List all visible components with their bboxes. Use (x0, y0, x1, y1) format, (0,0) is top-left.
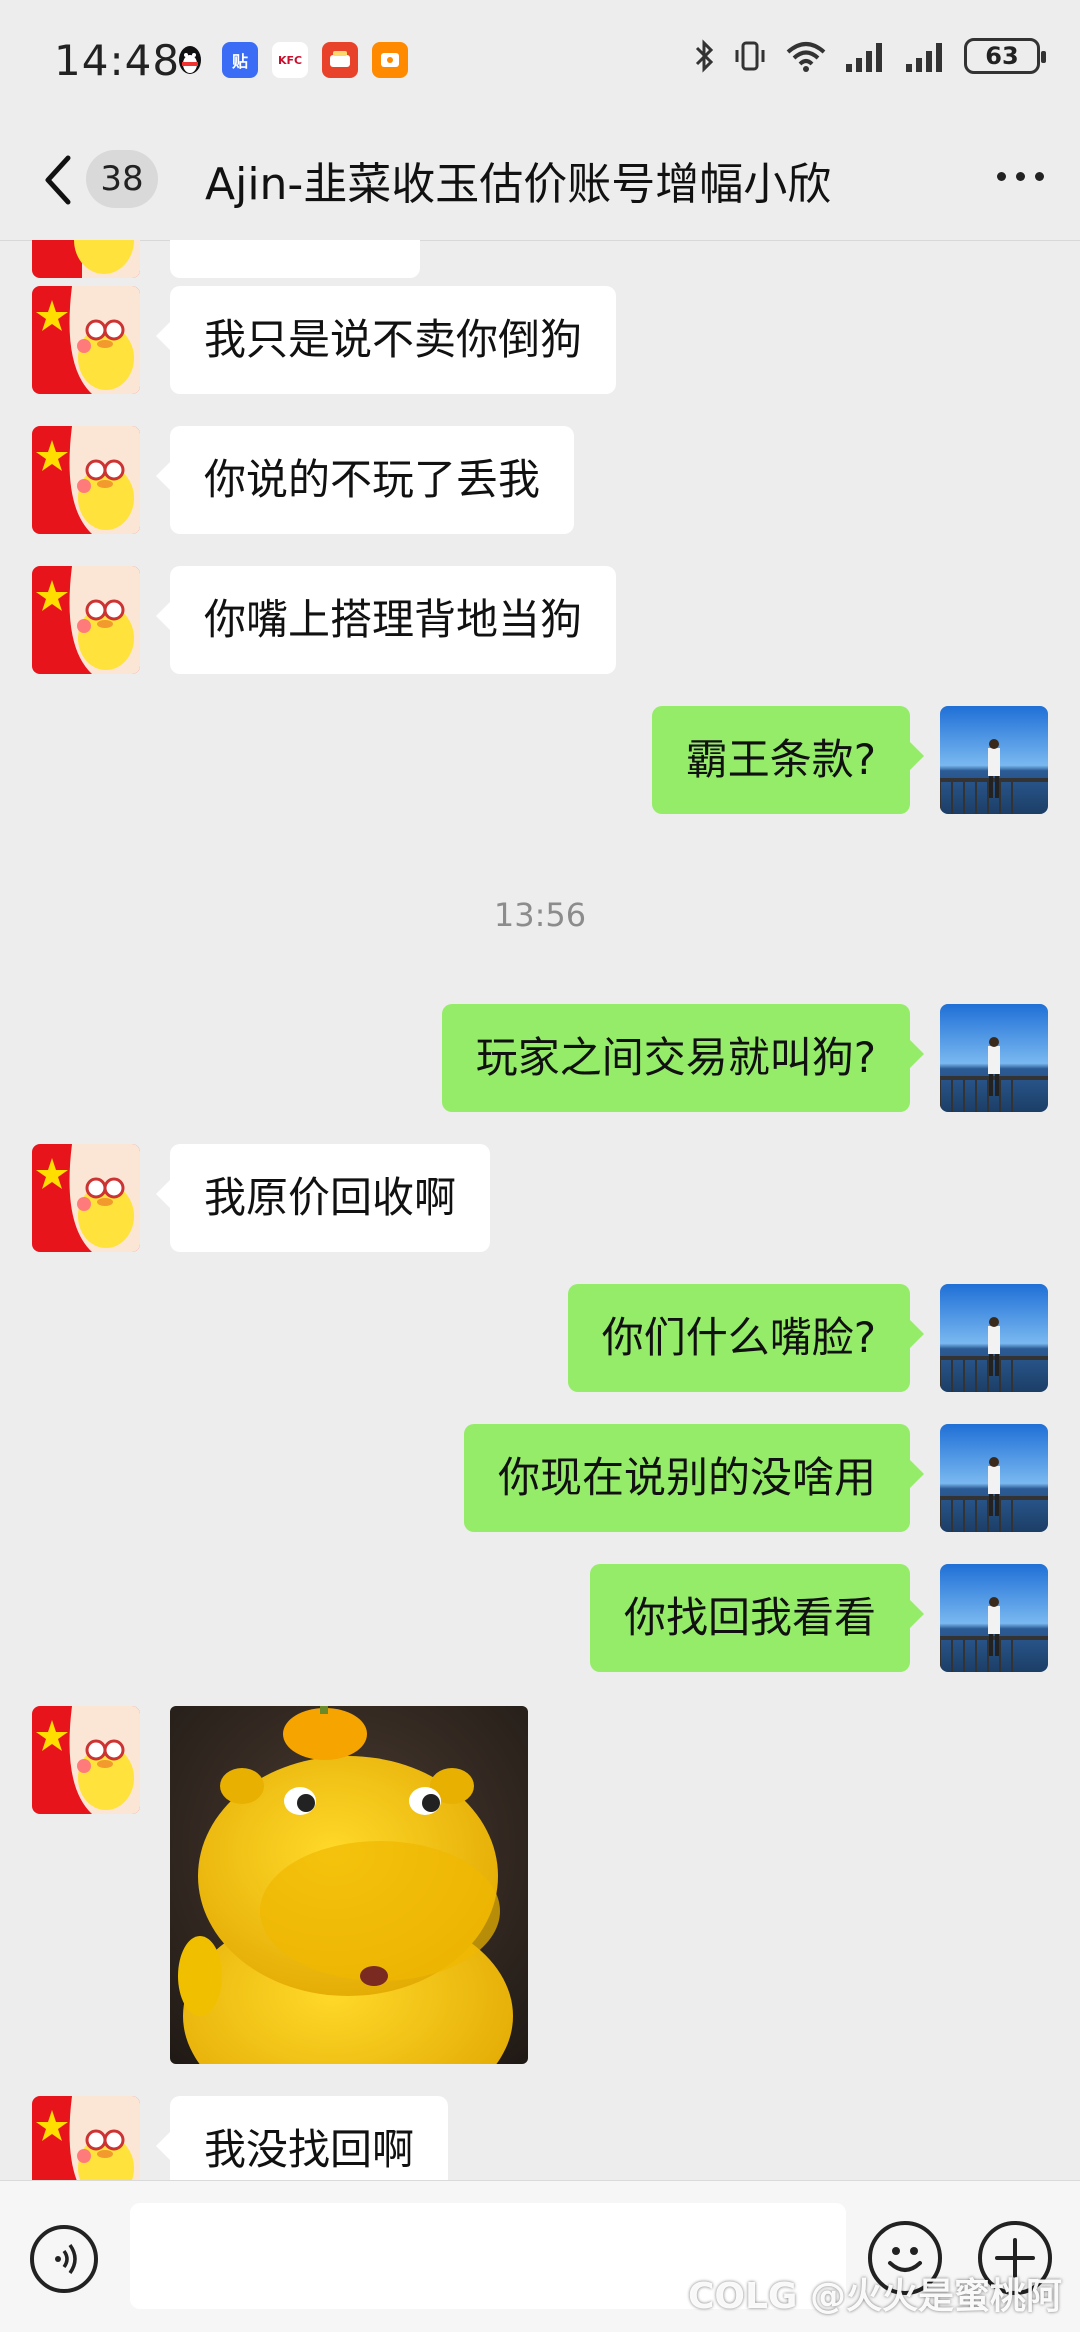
message-bubble[interactable]: 我只是说不卖你倒狗 (155, 286, 617, 394)
input-bar: COLG @火火是蜜桃阿 (0, 2180, 1080, 2332)
kfc-label: KFC (277, 53, 303, 67)
vibrate-icon (735, 41, 765, 71)
system-indicators: 63 (692, 38, 1046, 74)
battery-level: 63 (985, 42, 1019, 70)
more-dot-icon (1016, 172, 1025, 181)
signal-2-icon (906, 43, 942, 72)
contact-avatar[interactable] (32, 566, 140, 674)
battery-indicator: 63 (964, 38, 1046, 74)
contact-avatar[interactable] (32, 2096, 140, 2180)
message-list[interactable]: 我只是说不卖你倒狗 你说的不玩了丢我 你嘴上搭理背地当狗 霸王条款? 13:56… (0, 240, 1080, 2180)
voice-input-button[interactable] (30, 2225, 98, 2293)
more-dot-icon (997, 172, 1006, 181)
more-dot-icon (1035, 172, 1044, 181)
unread-count-badge[interactable]: 38 (86, 150, 158, 208)
more-options-button[interactable] (997, 172, 1044, 181)
signal-1-icon (846, 43, 882, 72)
message-bubble-partial[interactable] (170, 240, 420, 278)
chat-title: Ajin-韭菜收玉估价账号增幅小欣 (205, 159, 832, 210)
message-bubble[interactable]: 你说的不玩了丢我 (155, 426, 575, 534)
notification-icons: 贴 KFC (172, 42, 408, 78)
message-bubble[interactable]: 霸王条款? (651, 706, 925, 814)
tieba-label: 贴 (231, 52, 248, 71)
message-bubble[interactable]: 我原价回收啊 (155, 1144, 491, 1252)
watermark-text: COLG @火火是蜜桃阿 (687, 2276, 1062, 2317)
contact-avatar[interactable] (32, 426, 140, 534)
back-button[interactable] (38, 150, 78, 210)
contact-avatar[interactable] (32, 286, 140, 394)
contact-avatar[interactable] (32, 1706, 140, 1814)
chat-header: 38 Ajin-韭菜收玉估价账号增幅小欣 (0, 120, 1080, 241)
message-bubble[interactable]: 你嘴上搭理背地当狗 (155, 566, 617, 674)
voice-icon (55, 2243, 77, 2275)
status-time: 14:48 (54, 36, 181, 85)
status-bar: 14:48 贴 KFC 63 (0, 0, 1080, 120)
bluetooth-icon (695, 39, 714, 73)
message-bubble[interactable]: 你找回我看看 (589, 1564, 925, 1672)
contact-avatar[interactable] (32, 1144, 140, 1252)
my-avatar[interactable] (940, 1424, 1048, 1532)
message-bubble[interactable]: 玩家之间交易就叫狗? (441, 1004, 925, 1112)
sticker-image[interactable] (170, 1706, 528, 2064)
my-avatar[interactable] (940, 1564, 1048, 1672)
qq-icon (172, 42, 208, 78)
message-bubble[interactable]: 我没找回啊 (155, 2096, 449, 2180)
orange-app-icon (372, 42, 408, 78)
wifi-icon (786, 42, 826, 72)
my-avatar[interactable] (940, 1284, 1048, 1392)
my-avatar[interactable] (940, 706, 1048, 814)
message-timestamp: 13:56 (493, 896, 587, 934)
kfc-icon: KFC (272, 42, 308, 78)
food-app-icon (322, 42, 358, 78)
contact-avatar[interactable] (32, 240, 140, 278)
message-bubble[interactable]: 你现在说别的没啥用 (463, 1424, 925, 1532)
tieba-icon: 贴 (222, 42, 258, 78)
message-bubble[interactable]: 你们什么嘴脸? (567, 1284, 925, 1392)
chevron-left-icon (45, 155, 71, 205)
my-avatar[interactable] (940, 1004, 1048, 1112)
